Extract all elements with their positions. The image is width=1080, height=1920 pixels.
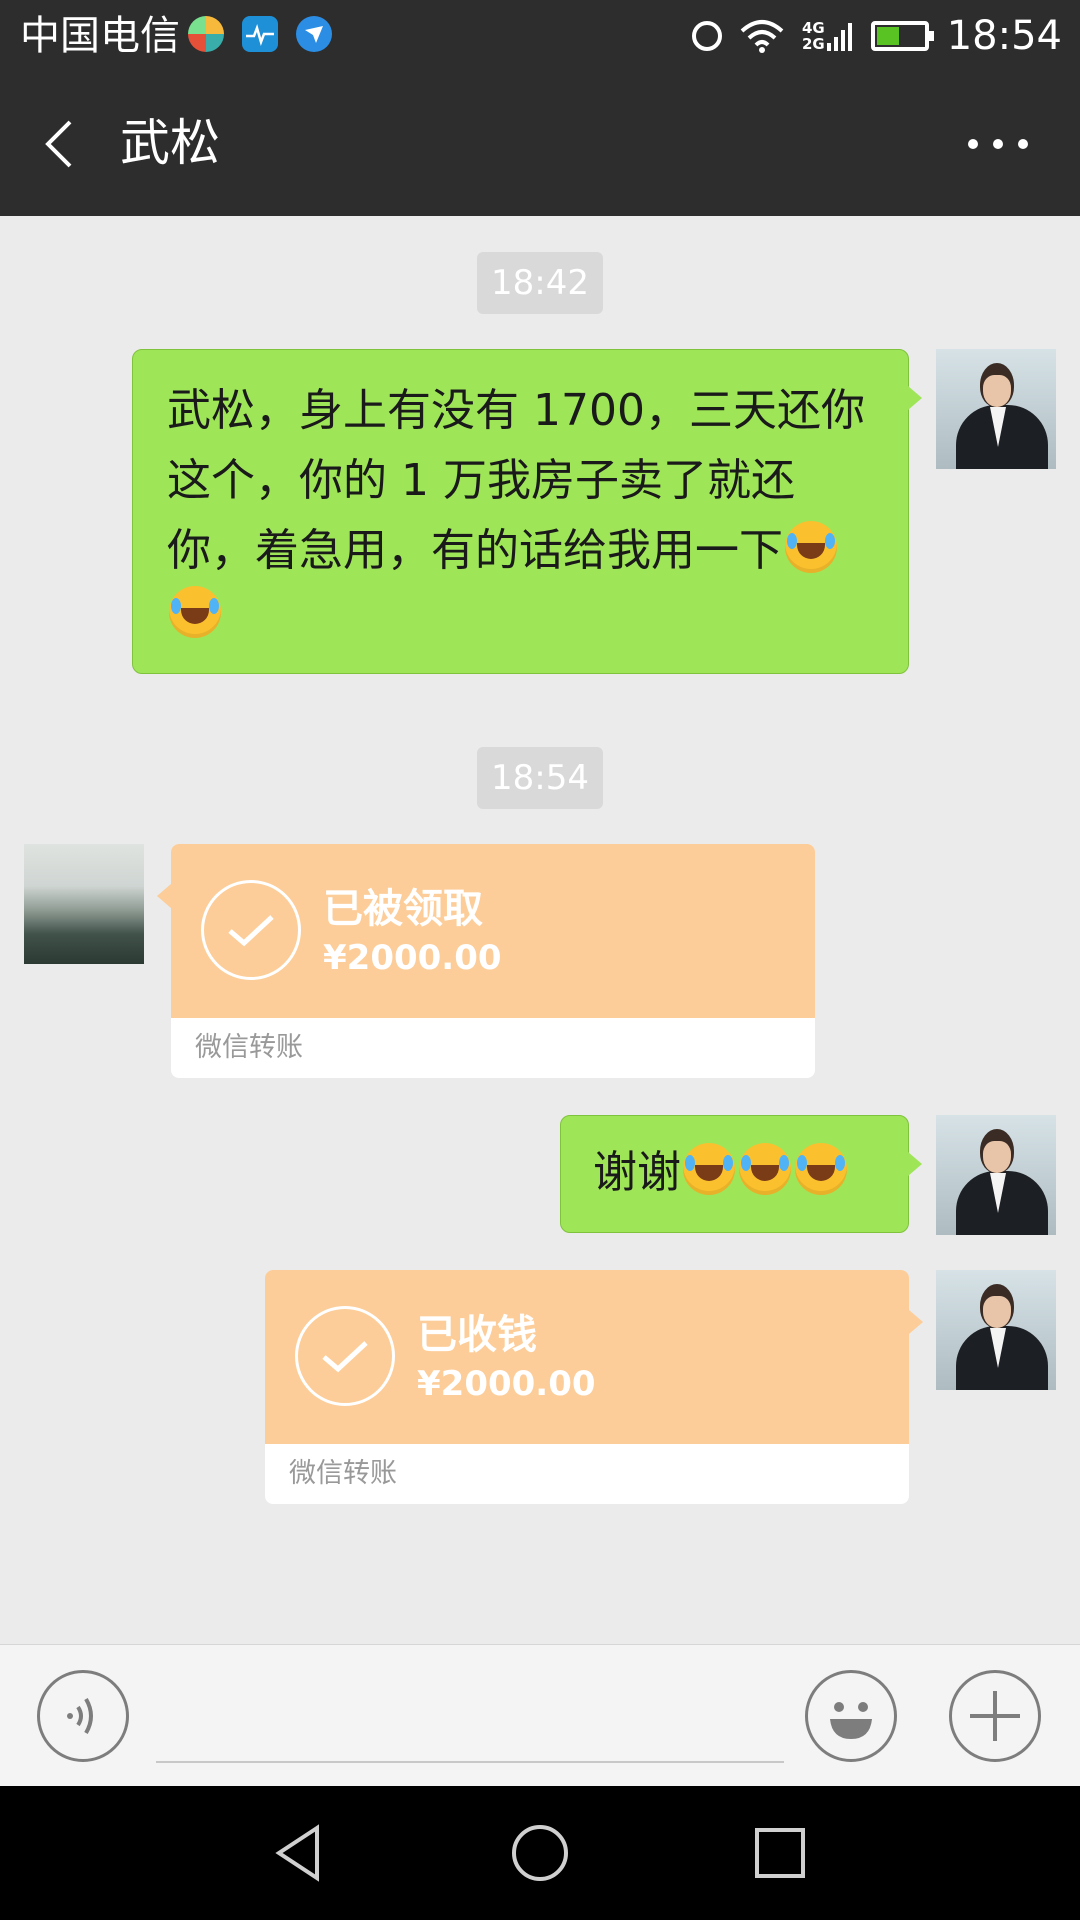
- transfer-footer: 微信转账: [289, 1458, 397, 1489]
- voice-button[interactable]: [37, 1670, 129, 1762]
- my-avatar[interactable]: [936, 1115, 1056, 1235]
- laughing-crying-emoji-icon: [795, 1143, 847, 1195]
- alarm-icon: [691, 21, 722, 51]
- system-nav-bar: [0, 1786, 1080, 1920]
- more-dots-icon[interactable]: [968, 124, 1028, 164]
- laughing-crying-emoji-icon: [739, 1143, 791, 1195]
- transfer-status: 已被领取: [323, 886, 483, 932]
- status-bar: 中国电信 4G 2G 18:54: [0, 0, 1080, 72]
- emoji-button[interactable]: [805, 1670, 897, 1762]
- my-avatar[interactable]: [936, 1270, 1056, 1390]
- app-icon-3: [296, 16, 332, 52]
- check-circle-icon: [201, 880, 301, 980]
- my-avatar[interactable]: [936, 349, 1056, 469]
- transfer-footer: 微信转账: [195, 1032, 303, 1063]
- network-type: 4G 2G: [802, 20, 853, 52]
- app-icon-2: [242, 16, 278, 52]
- chevron-left-icon[interactable]: [36, 116, 92, 172]
- chat-header: 武松: [0, 72, 1080, 216]
- check-circle-icon: [295, 1306, 395, 1406]
- status-time: 18:54: [946, 13, 1062, 59]
- sent-message-bubble[interactable]: 武松，身上有没有 1700，三天还你这个，你的 1 万我房子卖了就还你，着急用，…: [132, 349, 922, 674]
- message-timestamp: 18:42: [477, 252, 603, 314]
- sent-message-bubble[interactable]: 谢谢: [560, 1115, 922, 1233]
- transfer-card-collected[interactable]: 已收钱 ¥2000.00 微信转账: [265, 1270, 923, 1504]
- message-text: 武松，身上有没有 1700，三天还你这个，你的 1 万我房子卖了就还你，着急用，…: [167, 385, 865, 576]
- voice-icon: [67, 1697, 93, 1735]
- signal-icon: [826, 21, 853, 51]
- recents-square-icon[interactable]: [745, 1818, 815, 1888]
- input-bar: [0, 1644, 1080, 1787]
- message-text: 谢谢: [593, 1147, 681, 1198]
- emoji-icon: [830, 1702, 872, 1739]
- transfer-amount: ¥2000.00: [323, 938, 502, 978]
- carrier-name: 中国电信: [20, 13, 180, 59]
- contact-avatar[interactable]: [24, 844, 144, 964]
- laughing-crying-emoji-icon: [785, 521, 837, 573]
- plus-icon: [970, 1691, 1020, 1741]
- transfer-card-received[interactable]: 已被领取 ¥2000.00 微信转账: [157, 844, 815, 1078]
- home-circle-icon[interactable]: [505, 1818, 575, 1888]
- chat-title: 武松: [120, 114, 220, 172]
- message-timestamp: 18:54: [477, 747, 603, 809]
- wifi-icon: [740, 20, 784, 53]
- message-input[interactable]: [156, 1685, 784, 1763]
- transfer-amount: ¥2000.00: [417, 1364, 596, 1404]
- app-icon-1: [188, 16, 224, 52]
- laughing-crying-emoji-icon: [683, 1143, 735, 1195]
- laughing-crying-emoji-icon: [169, 586, 221, 638]
- battery-charging-icon: [870, 21, 934, 51]
- transfer-status: 已收钱: [417, 1312, 537, 1358]
- back-triangle-icon[interactable]: [265, 1818, 335, 1888]
- plus-button[interactable]: [949, 1670, 1041, 1762]
